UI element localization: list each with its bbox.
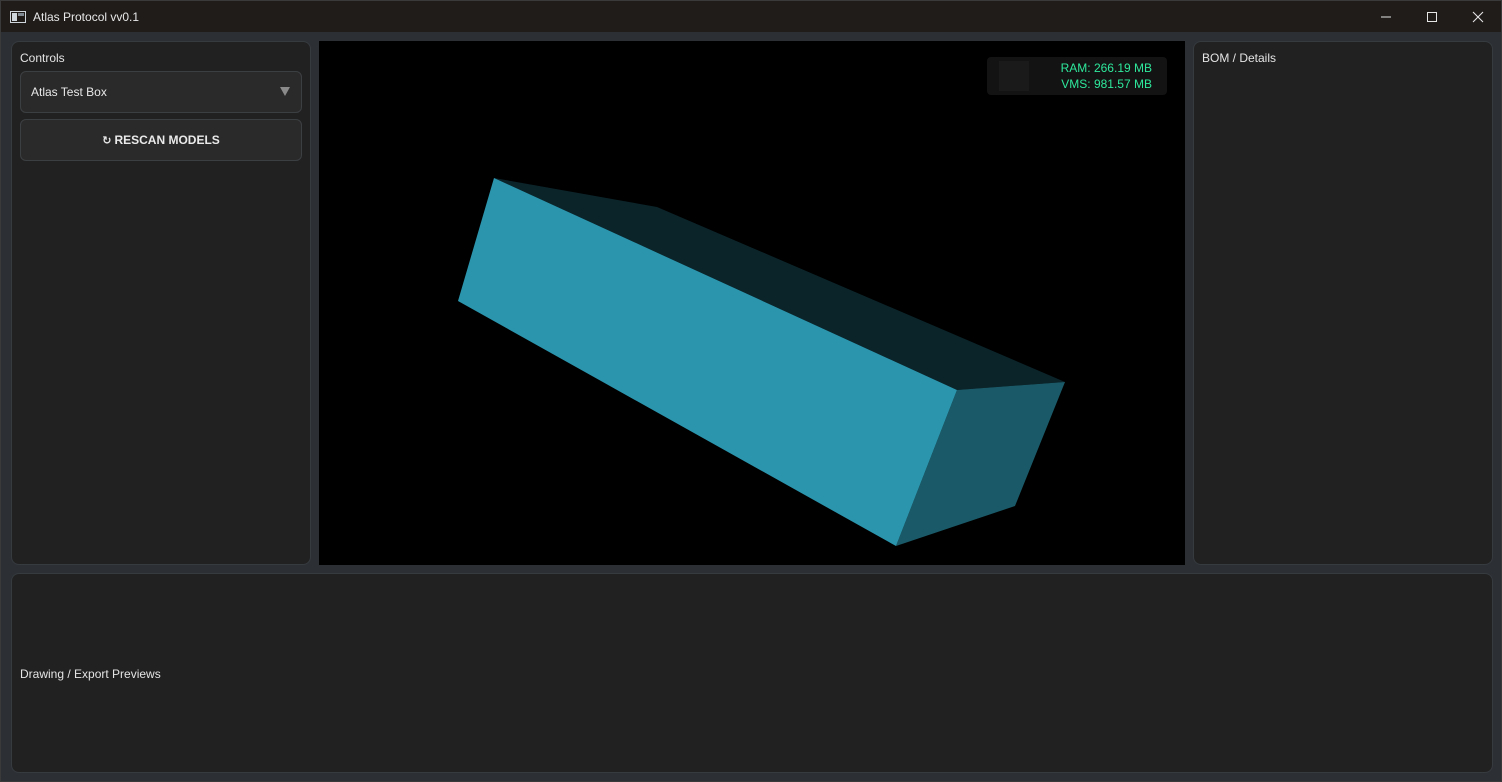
maximize-icon: [1427, 11, 1437, 22]
close-button[interactable]: [1455, 1, 1501, 32]
rescan-models-button[interactable]: ↻ RESCAN MODELS: [20, 119, 302, 161]
app-window: Atlas Protocol vv0.1 Controls Atlas Test…: [0, 0, 1502, 782]
title-bar[interactable]: Atlas Protocol vv0.1: [1, 1, 1501, 32]
model-render: [458, 178, 1065, 546]
model-select-value: Atlas Test Box: [31, 85, 107, 99]
vms-usage: VMS: 981.57 MB: [1061, 77, 1152, 91]
chevron-down-icon: [280, 87, 290, 96]
bom-panel-title: BOM / Details: [1202, 51, 1277, 65]
3d-viewport[interactable]: RAM: 266.19 MB VMS: 981.57 MB: [319, 41, 1185, 565]
app-icon: [10, 10, 26, 23]
previews-panel-title: Drawing / Export Previews: [20, 667, 161, 681]
drawing-export-previews-panel: Drawing / Export Previews: [11, 573, 1493, 773]
close-icon: [1472, 11, 1484, 22]
window-controls: [1363, 1, 1501, 32]
rescan-models-label: RESCAN MODELS: [114, 133, 220, 147]
controls-panel: Controls Atlas Test Box ↻ RESCAN MODELS: [11, 41, 311, 565]
ram-usage: RAM: 266.19 MB: [1060, 61, 1152, 75]
window-title: Atlas Protocol vv0.1: [33, 9, 140, 24]
refresh-icon: ↻: [102, 134, 112, 147]
model-select-dropdown[interactable]: Atlas Test Box: [20, 71, 302, 113]
maximize-button[interactable]: [1409, 1, 1455, 32]
minimize-icon: [1381, 16, 1391, 17]
minimize-button[interactable]: [1363, 1, 1409, 32]
controls-panel-title: Controls: [20, 51, 65, 65]
bom-details-panel: BOM / Details: [1193, 41, 1493, 565]
memory-stats-overlay: RAM: 266.19 MB VMS: 981.57 MB: [987, 57, 1167, 95]
stats-graph-area: [999, 61, 1029, 91]
